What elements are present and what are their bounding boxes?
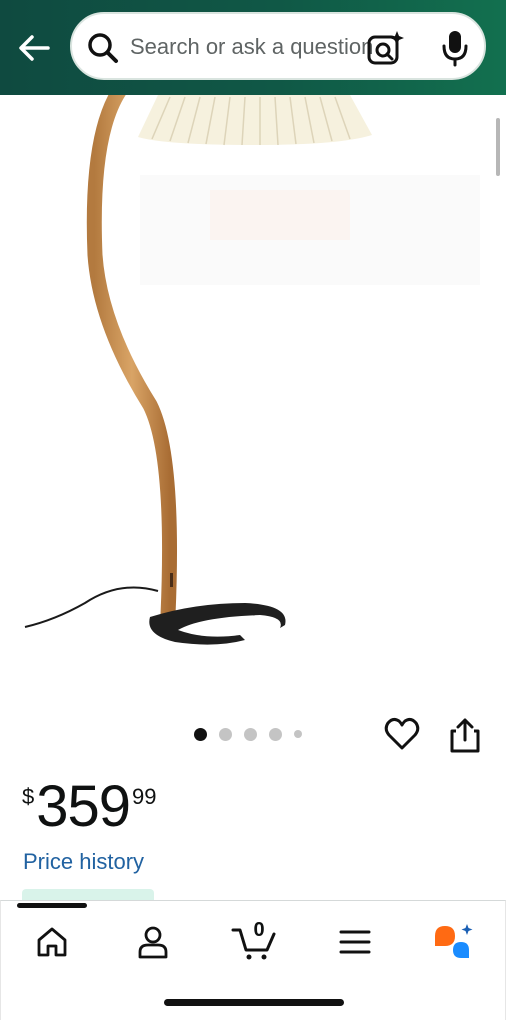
camera-lens-icon[interactable]: [366, 30, 404, 68]
image-carousel-dots: [194, 726, 302, 742]
nav-home[interactable]: [22, 921, 82, 963]
carousel-dot[interactable]: [244, 727, 257, 741]
carousel-dot[interactable]: [294, 730, 302, 738]
price-history-link[interactable]: Price history: [23, 849, 144, 875]
nav-rufus[interactable]: [423, 921, 483, 963]
home-icon: [37, 927, 67, 957]
menu-icon: [339, 930, 371, 954]
nav-menu[interactable]: [325, 921, 385, 963]
price-currency: $: [22, 784, 35, 809]
home-indicator-bar: [164, 999, 344, 1006]
back-button[interactable]: [12, 28, 56, 68]
active-tab-indicator: [17, 903, 87, 908]
price-fraction: 99: [132, 784, 157, 809]
product-image[interactable]: [0, 95, 506, 695]
carousel-dot[interactable]: [219, 727, 232, 741]
search-icon: [88, 33, 118, 63]
share-icon[interactable]: [448, 716, 482, 754]
carousel-dot[interactable]: [194, 727, 207, 741]
account-icon: [138, 926, 168, 959]
cart-count: 0: [253, 919, 265, 941]
bottom-navigation: 0: [0, 900, 506, 1020]
top-header: [0, 0, 506, 95]
back-arrow-icon: [19, 35, 50, 61]
nav-account[interactable]: [123, 921, 183, 963]
scroll-indicator[interactable]: [496, 118, 500, 176]
price: $ 359 99: [22, 776, 157, 838]
search-bar[interactable]: [70, 12, 486, 80]
carousel-dot[interactable]: [269, 727, 282, 741]
rufus-icon: [435, 924, 473, 958]
heart-icon[interactable]: [383, 716, 421, 752]
floor-lamp-image: [24, 95, 480, 645]
microphone-icon[interactable]: [440, 29, 470, 67]
price-whole: 359: [36, 774, 131, 839]
